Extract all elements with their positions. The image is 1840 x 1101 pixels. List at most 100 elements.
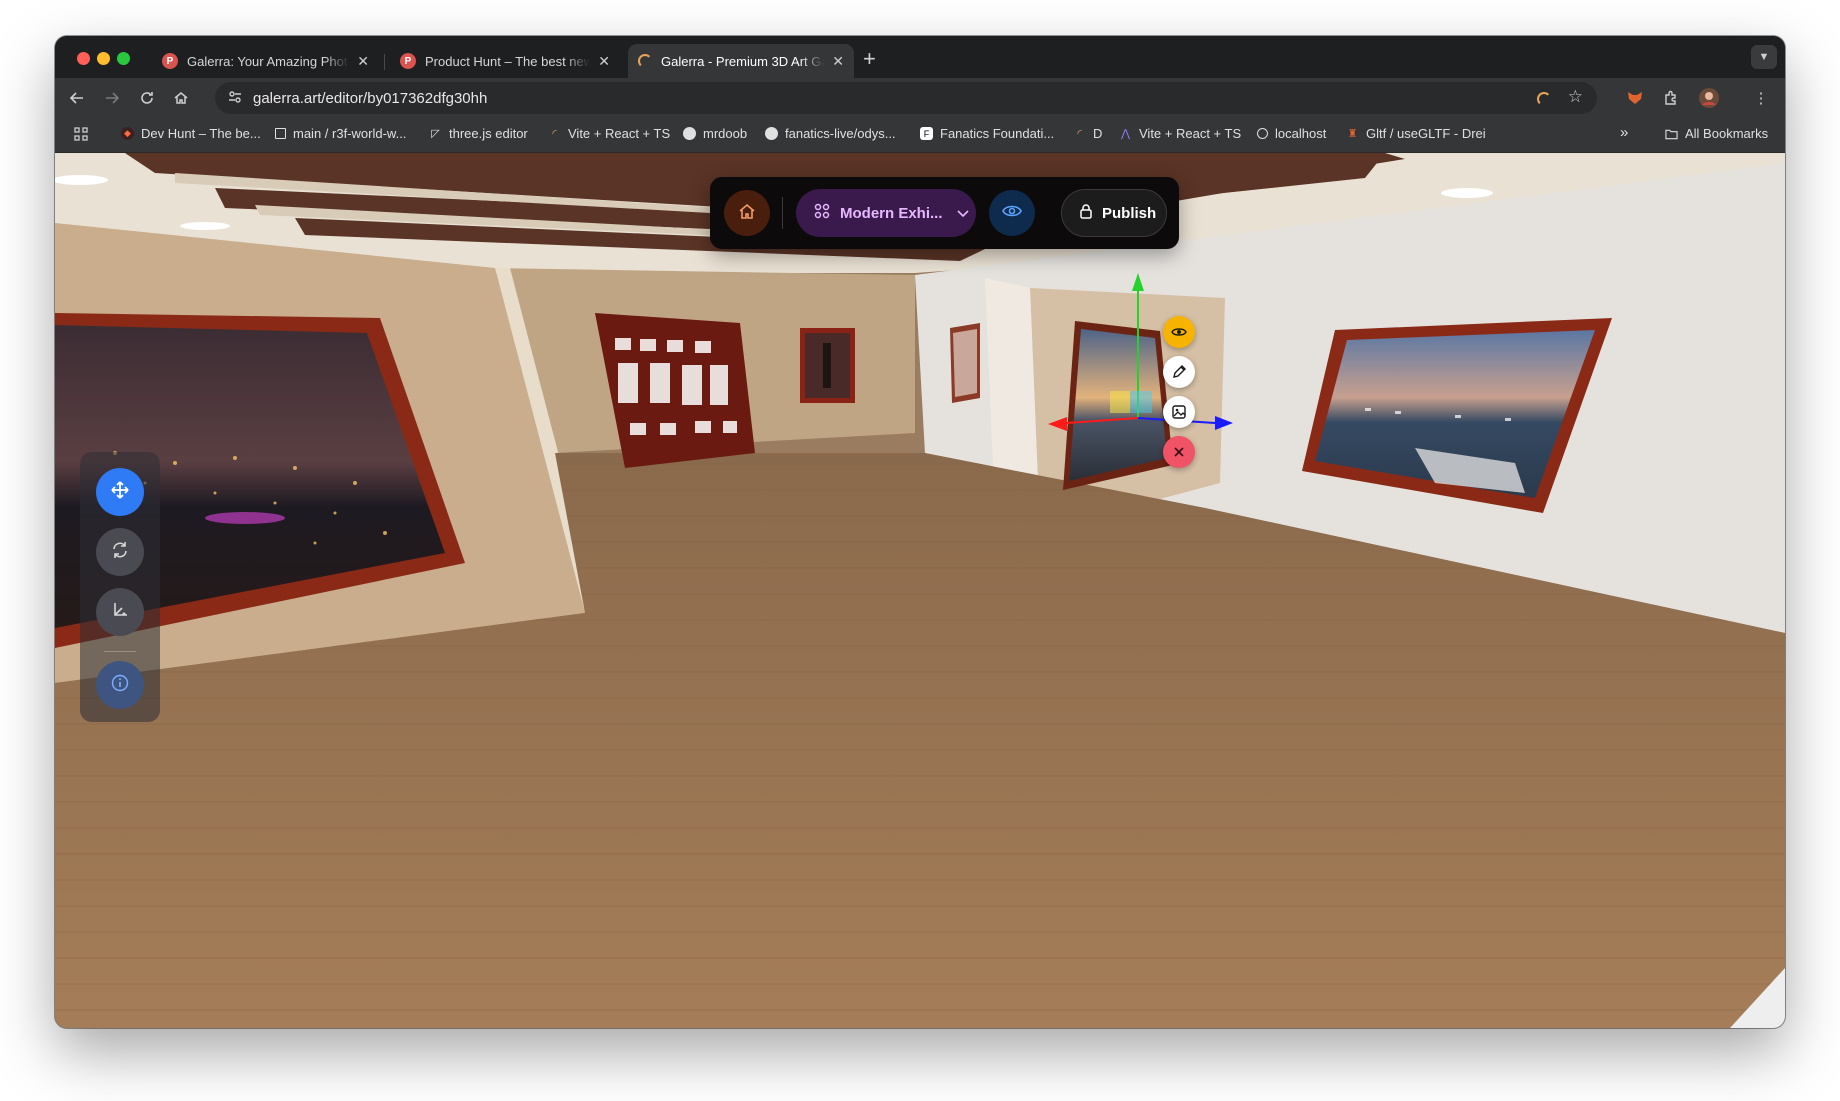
bookmark-item[interactable]: ◜ Vite + React + TS — [548, 126, 670, 141]
browser-toolbar: galerra.art/editor/by017362dfg30hh ☆ ⋮ — [55, 78, 1785, 118]
publish-label: Publish — [1102, 204, 1157, 222]
scale-tool-button[interactable] — [96, 588, 144, 636]
bookmark-item[interactable]: localhost — [1257, 126, 1326, 141]
tab-product-hunt[interactable]: P Product Hunt – The best new ✕ — [390, 44, 620, 78]
home-button[interactable] — [724, 190, 770, 236]
tab-title: Product Hunt – The best new — [425, 53, 591, 69]
minimize-window-button[interactable] — [97, 52, 110, 65]
bookmark-label: Vite + React + TS — [1139, 126, 1242, 141]
bookmark-item[interactable]: main / r3f-world-w... — [275, 126, 406, 141]
eye-icon — [1002, 204, 1022, 223]
bookmarks-bar: ◆ Dev Hunt – The be... main / r3f-world-… — [55, 118, 1785, 153]
home-icon[interactable] — [167, 84, 195, 112]
extensions-puzzle-icon[interactable] — [1659, 86, 1683, 110]
axis-icon — [110, 600, 130, 625]
tab-galerra-photos[interactable]: P Galerra: Your Amazing Photos ✕ — [152, 44, 379, 78]
site-settings-icon[interactable] — [227, 88, 243, 109]
threejs-icon: ◸ — [431, 128, 440, 140]
vite-icon: ⋀ — [1120, 128, 1131, 140]
bookmark-label: Fanatics Foundati... — [940, 126, 1055, 141]
fanatics-icon: F — [920, 127, 933, 140]
forward-icon[interactable] — [98, 84, 126, 112]
loading-spinner-icon — [638, 54, 652, 68]
producthunt-icon: P — [400, 53, 416, 69]
eye-icon[interactable] — [1163, 316, 1195, 348]
square-icon — [275, 128, 286, 139]
tools-divider — [104, 651, 136, 652]
bookmark-label: Vite + React + TS — [568, 126, 671, 141]
close-window-button[interactable] — [77, 52, 90, 65]
close-tab-icon[interactable]: ✕ — [357, 53, 369, 70]
apps-grid-icon[interactable] — [74, 127, 88, 141]
bookmark-item[interactable]: fanatics-live/odys... — [765, 126, 896, 141]
bookmark-item[interactable]: ⋀ Vite + React + TS — [1119, 126, 1241, 141]
rotate-icon — [110, 540, 130, 565]
grid-icon — [814, 203, 830, 223]
image-icon[interactable] — [1163, 396, 1195, 428]
tab-strip: P Galerra: Your Amazing Photos ✕ P Produ… — [55, 36, 1785, 78]
close-tab-icon[interactable]: ✕ — [598, 53, 610, 70]
bookmark-item[interactable]: ◆ Dev Hunt – The be... — [121, 126, 261, 141]
loader-icon: ◜ — [1077, 128, 1082, 140]
tab-separator — [384, 54, 385, 70]
zoom-window-button[interactable] — [117, 52, 130, 65]
bookmark-label: D — [1093, 126, 1103, 141]
bookmarks-overflow-button[interactable]: » — [1620, 124, 1628, 141]
rotate-tool-button[interactable] — [96, 528, 144, 576]
globe-icon — [1257, 128, 1268, 139]
extension-fox-icon[interactable] — [1623, 86, 1647, 110]
bookmark-item[interactable]: mrdoob — [683, 126, 747, 141]
toolbar-divider — [782, 197, 783, 229]
folder-icon — [1665, 127, 1678, 140]
gallery-selector-button[interactable]: Modern Exhi... — [796, 189, 976, 237]
tab-title: Galerra - Premium 3D Art Gallery — [661, 53, 824, 69]
info-icon — [111, 674, 129, 697]
lock-icon — [1079, 203, 1093, 223]
bookmark-star-icon[interactable]: ☆ — [1568, 87, 1583, 107]
bookmark-label: fanatics-live/odys... — [785, 126, 896, 141]
tab-title: Galerra: Your Amazing Photos — [187, 53, 350, 69]
chevron-down-icon[interactable]: ▼ — [1751, 45, 1777, 69]
pencil-icon[interactable] — [1163, 356, 1195, 388]
browser-window: P Galerra: Your Amazing Photos ✕ P Produ… — [55, 36, 1785, 1028]
bookmark-item[interactable]: ◜ D — [1073, 126, 1102, 141]
loader-icon: ◜ — [552, 128, 557, 140]
editor-top-bar: Modern Exhi... Publish — [710, 177, 1179, 249]
bookmark-label: localhost — [1275, 126, 1327, 141]
back-icon[interactable] — [63, 84, 91, 112]
drei-icon: ♜ — [1347, 128, 1358, 140]
devhunt-icon: ◆ — [121, 127, 134, 140]
bookmark-label: mrdoob — [703, 126, 748, 141]
bookmark-item[interactable]: ◸ three.js editor — [429, 126, 528, 141]
producthunt-icon: P — [162, 53, 178, 69]
bookmark-label: All Bookmarks — [1685, 126, 1769, 141]
bookmark-label: Dev Hunt – The be... — [141, 126, 261, 141]
reload-icon[interactable] — [133, 84, 161, 112]
plus-icon[interactable]: + — [863, 46, 876, 72]
gallery-3d-viewport[interactable]: Modern Exhi... Publish — [55, 153, 1785, 1028]
publish-button[interactable]: Publish — [1061, 189, 1167, 237]
move-tool-button[interactable] — [96, 468, 144, 516]
bookmark-item[interactable]: F Fanatics Foundati... — [920, 126, 1054, 141]
github-icon — [683, 127, 696, 140]
github-icon — [765, 127, 778, 140]
address-bar[interactable]: galerra.art/editor/by017362dfg30hh ☆ — [215, 82, 1597, 114]
bookmark-label: main / r3f-world-w... — [293, 126, 407, 141]
all-bookmarks-button[interactable]: All Bookmarks — [1665, 126, 1768, 141]
chevron-down-icon — [956, 205, 969, 222]
more-menu-icon[interactable]: ⋮ — [1749, 86, 1773, 110]
bookmark-item[interactable]: ♜ Gltf / useGLTF - Drei — [1346, 126, 1486, 141]
loading-spinner-icon — [1537, 92, 1551, 106]
tab-galerra-3d[interactable]: Galerra - Premium 3D Art Gallery ✕ — [628, 44, 854, 78]
gallery-selector-label: Modern Exhi... — [840, 204, 943, 222]
bookmark-label: Gltf / useGLTF - Drei — [1366, 126, 1486, 141]
transform-tools-panel — [80, 452, 160, 722]
preview-button[interactable] — [989, 190, 1035, 236]
bookmark-label: three.js editor — [449, 126, 528, 141]
info-button[interactable] — [96, 661, 144, 709]
close-icon[interactable] — [1163, 436, 1195, 468]
gallery-scene[interactable] — [55, 153, 1785, 1028]
home-icon — [738, 202, 756, 225]
profile-avatar[interactable] — [1697, 86, 1721, 110]
close-tab-icon[interactable]: ✕ — [832, 53, 844, 70]
